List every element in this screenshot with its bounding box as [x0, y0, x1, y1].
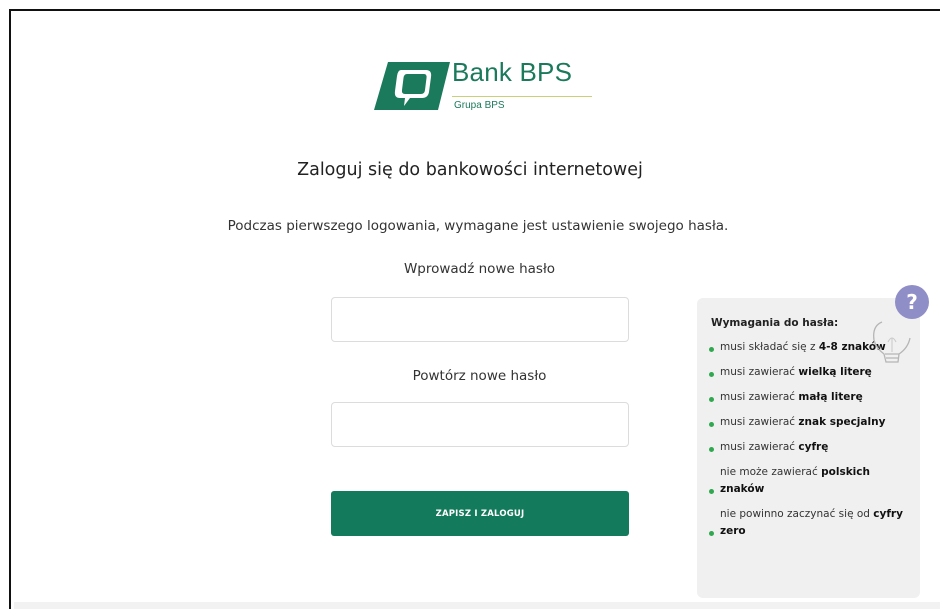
bank-bps-logo-icon — [374, 62, 450, 110]
bank-name: Bank BPS — [452, 57, 573, 87]
requirement-special-char: musi zawierać znak specjalny — [707, 414, 907, 431]
bottom-strip — [14, 602, 940, 609]
repeat-password-label: Powtórz nowe hasło — [412, 368, 547, 384]
bullet-icon — [709, 489, 714, 494]
bank-logo[interactable]: Bank BPS Grupa BPS — [374, 57, 594, 116]
page-title: Zaloguj się do bankowości internetowej — [297, 160, 643, 180]
bullet-icon — [709, 372, 714, 377]
bullet-icon — [709, 347, 714, 352]
bullet-icon — [709, 531, 714, 536]
svg-text:?: ? — [906, 290, 918, 314]
requirements-list: musi składać się z 4-8 znaków musi zawie… — [707, 339, 907, 548]
bullet-icon — [709, 447, 714, 452]
bank-group-name: Grupa BPS — [454, 100, 505, 111]
requirement-no-leading-zero: nie powinno zaczynać się od cyfry zero — [707, 506, 907, 540]
requirement-uppercase: musi zawierać wielką literę — [707, 364, 907, 381]
repeat-password-input[interactable] — [331, 402, 629, 447]
lightbulb-question-icon[interactable]: ? — [868, 282, 932, 366]
page-subtitle: Podczas pierwszego logowania, wymagane j… — [227, 218, 729, 234]
requirement-lowercase: musi zawierać małą literę — [707, 389, 907, 406]
bullet-icon — [709, 422, 714, 427]
new-password-label: Wprowadź nowe hasło — [403, 261, 556, 277]
new-password-input[interactable] — [331, 297, 629, 342]
requirements-title: Wymagania do hasła: — [711, 317, 839, 329]
bullet-icon — [709, 397, 714, 402]
logo-underline — [452, 96, 592, 97]
save-and-login-button[interactable]: ZAPISZ I ZALOGUJ — [331, 491, 629, 536]
requirement-no-polish-chars: nie może zawierać polskich znaków — [707, 464, 907, 498]
requirement-digit: musi zawierać cyfrę — [707, 439, 907, 456]
